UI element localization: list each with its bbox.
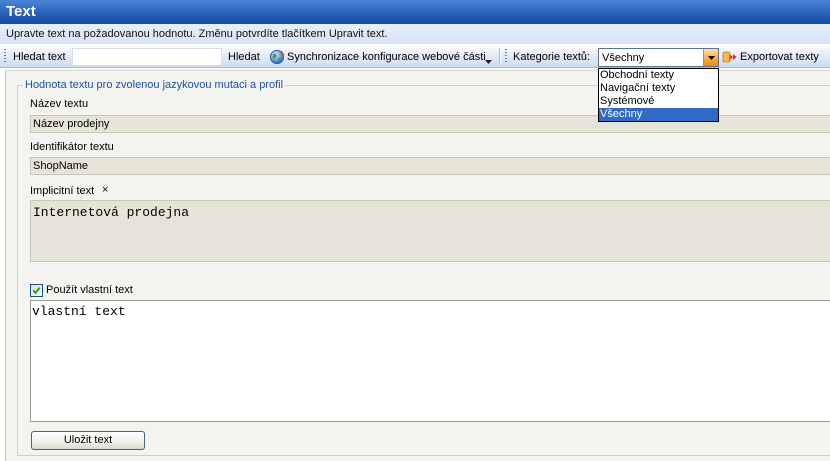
check-icon	[32, 287, 41, 295]
fieldset-legend: Hodnota textu pro zvolenou jazykovou mut…	[23, 79, 286, 91]
default-text-label: Implicitní text	[30, 185, 95, 197]
panel-border-left	[5, 70, 6, 461]
category-select-value: Všechny	[602, 52, 645, 64]
toolbar-separator	[499, 48, 500, 65]
main-panel: Hodnota textu pro zvolenou jazykovou mut…	[5, 69, 830, 461]
search-button-label: Hledat	[228, 51, 260, 63]
category-option[interactable]: Systémové	[599, 95, 718, 108]
info-message: Upravte text na požadovanou hodnotu. Změ…	[6, 28, 388, 40]
search-label: Hledat text	[13, 51, 66, 63]
category-label: Kategorie textů:	[513, 51, 591, 63]
default-text-area: Internetová prodejna	[30, 200, 830, 262]
text-name-label: Název textu	[30, 98, 89, 110]
sync-config-label: Synchronizace konfigurace webové části	[287, 51, 486, 63]
sync-globe-icon	[269, 49, 285, 65]
toolbar-grip-icon[interactable]	[505, 49, 508, 64]
chevron-down-icon	[485, 55, 492, 64]
category-option[interactable]: Všechny	[599, 108, 718, 121]
export-icon	[722, 50, 738, 64]
title-bar: Text	[0, 0, 830, 24]
window-title: Text	[6, 3, 36, 20]
custom-text-area[interactable]: vlastní text	[30, 300, 830, 422]
category-option[interactable]: Navigační texty	[599, 82, 718, 95]
category-dropdown-list: Obchodní texty Navigační texty Systémové…	[598, 68, 719, 122]
sync-config-button[interactable]: Synchronizace konfigurace webové části	[266, 47, 498, 67]
category-select[interactable]: Všechny	[598, 48, 719, 67]
default-text-marker: ×	[102, 184, 109, 196]
text-id-field: ShopName	[30, 157, 830, 175]
search-button[interactable]: Hledat	[225, 47, 263, 67]
use-custom-text-checkbox[interactable]	[30, 284, 43, 297]
dropdown-arrow-icon	[708, 56, 715, 60]
save-text-button[interactable]: Uložit text	[31, 431, 145, 450]
use-custom-text-label[interactable]: Použít vlastní text	[46, 284, 133, 297]
category-select-toggle[interactable]	[703, 49, 718, 66]
category-option[interactable]: Obchodní texty	[599, 69, 718, 82]
toolbar: Hledat text Hledat Synchronizace konfigu…	[0, 45, 830, 68]
text-id-label: Identifikátor textu	[30, 141, 114, 153]
toolbar-grip-icon[interactable]	[4, 49, 7, 64]
export-texts-button[interactable]: Exportovat texty	[720, 47, 826, 67]
export-texts-label: Exportovat texty	[740, 51, 819, 63]
search-input[interactable]	[72, 48, 222, 66]
info-bar: Upravte text na požadovanou hodnotu. Změ…	[0, 24, 830, 44]
